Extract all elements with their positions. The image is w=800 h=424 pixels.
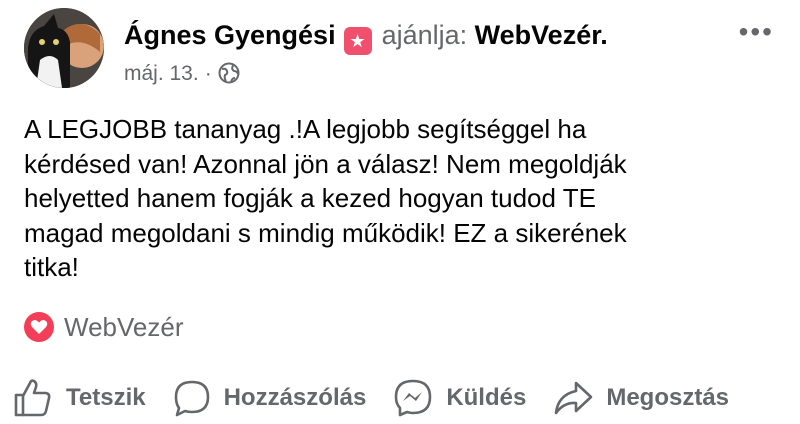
globe-icon: [218, 62, 240, 90]
share-icon: [555, 381, 593, 415]
like-icon: [14, 379, 51, 417]
send-label: Küldés: [446, 384, 527, 411]
more-icon[interactable]: •••: [739, 16, 774, 48]
share-button[interactable]: Megosztás: [552, 374, 729, 422]
recommends-label: ajánlja:: [381, 20, 468, 50]
post-text: A LEGJOBB tananyag .!A legjobb segítségg…: [24, 114, 627, 282]
comment-icon: [174, 380, 209, 417]
comment-button[interactable]: Hozzászólás: [172, 374, 367, 422]
recommend-star-icon: ★: [343, 27, 372, 55]
avatar[interactable]: [24, 8, 104, 88]
author-line: Ágnes Gyengési ★ ajánlja: WebVezér.: [124, 20, 608, 55]
post-meta: máj. 13. ·: [124, 62, 240, 90]
action-bar: Tetszik Hozzászólás Küldés Megosztás: [12, 374, 792, 422]
page-name[interactable]: WebVezér: [475, 20, 601, 50]
share-label: Megosztás: [606, 384, 730, 411]
heart-icon: [24, 312, 54, 342]
avatar-image: [24, 8, 104, 88]
post-date[interactable]: máj. 13.: [124, 62, 199, 85]
meta-separator: ·: [204, 62, 212, 85]
like-button[interactable]: Tetszik: [12, 374, 146, 422]
messenger-icon: [395, 379, 432, 417]
reaction-row[interactable]: WebVezér: [24, 309, 183, 345]
comment-label: Hozzászólás: [223, 384, 367, 411]
post-header: Ágnes Gyengési ★ ajánlja: WebVezér. máj. 1…: [24, 8, 784, 88]
send-button[interactable]: Küldés: [392, 374, 526, 422]
author-name[interactable]: Ágnes Gyengési: [124, 20, 336, 50]
trailing-dot: .: [600, 20, 608, 50]
reaction-page-name[interactable]: WebVezér: [64, 312, 183, 343]
like-label: Tetszik: [66, 384, 146, 411]
